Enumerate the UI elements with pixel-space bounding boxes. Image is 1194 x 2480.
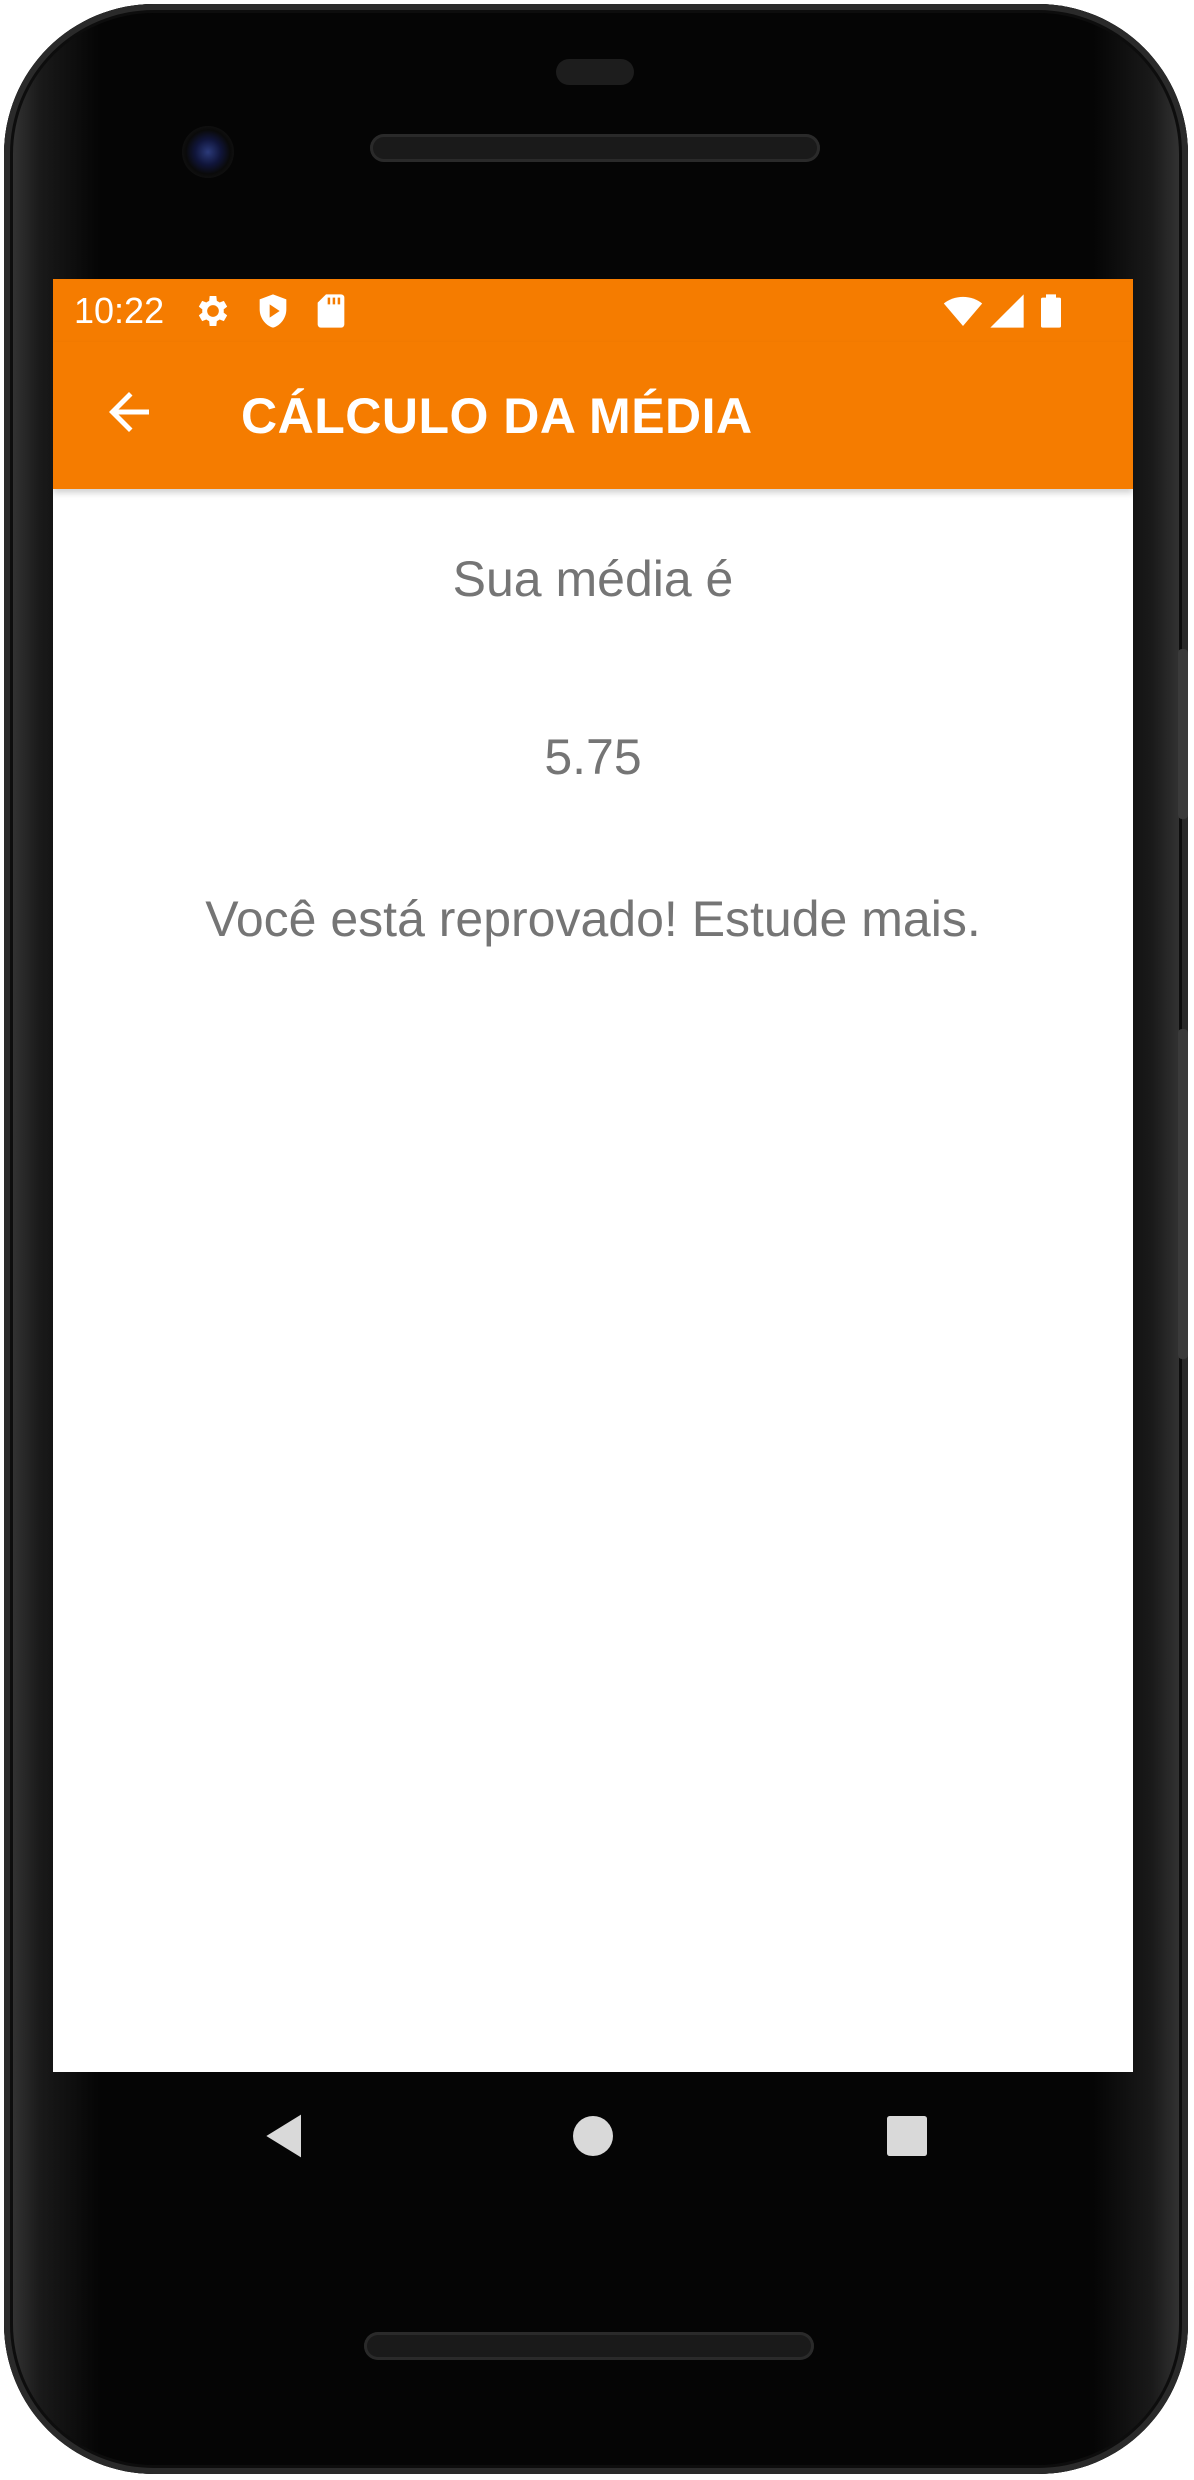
front-camera [182, 126, 234, 178]
shield-play-icon [259, 294, 287, 328]
arrow-left-icon[interactable] [99, 382, 159, 442]
signal-icon [990, 294, 1024, 328]
battery-icon [1041, 294, 1061, 328]
circle-home-icon[interactable] [561, 2104, 625, 2168]
result-message: Você está reprovado! Estude mais. [205, 891, 981, 947]
page-title: CÁLCULO DA MÉDIA [241, 388, 753, 444]
navigation-bar [53, 2072, 1133, 2202]
status-bar: 10:22 [53, 279, 1133, 342]
sd-card-icon [317, 294, 345, 328]
average-value: 5.75 [544, 729, 642, 785]
wifi-icon [943, 296, 983, 326]
sensor-slot [556, 59, 634, 85]
app-bar: CÁLCULO DA MÉDIA [53, 342, 1133, 489]
bottom-speaker-grille [364, 2332, 814, 2360]
status-time: 10:22 [74, 290, 165, 331]
device-screen: 10:22 CÁLCULO DA MÉDIA Sua média é 5.75 … [53, 279, 1133, 2072]
gear-icon [198, 296, 228, 326]
square-recents-icon[interactable] [875, 2104, 939, 2168]
top-speaker-grille [370, 134, 820, 162]
power-button [1178, 649, 1188, 819]
triangle-back-icon[interactable] [253, 2104, 317, 2168]
volume-button [1178, 1029, 1188, 1359]
average-label: Sua média é [452, 551, 734, 607]
